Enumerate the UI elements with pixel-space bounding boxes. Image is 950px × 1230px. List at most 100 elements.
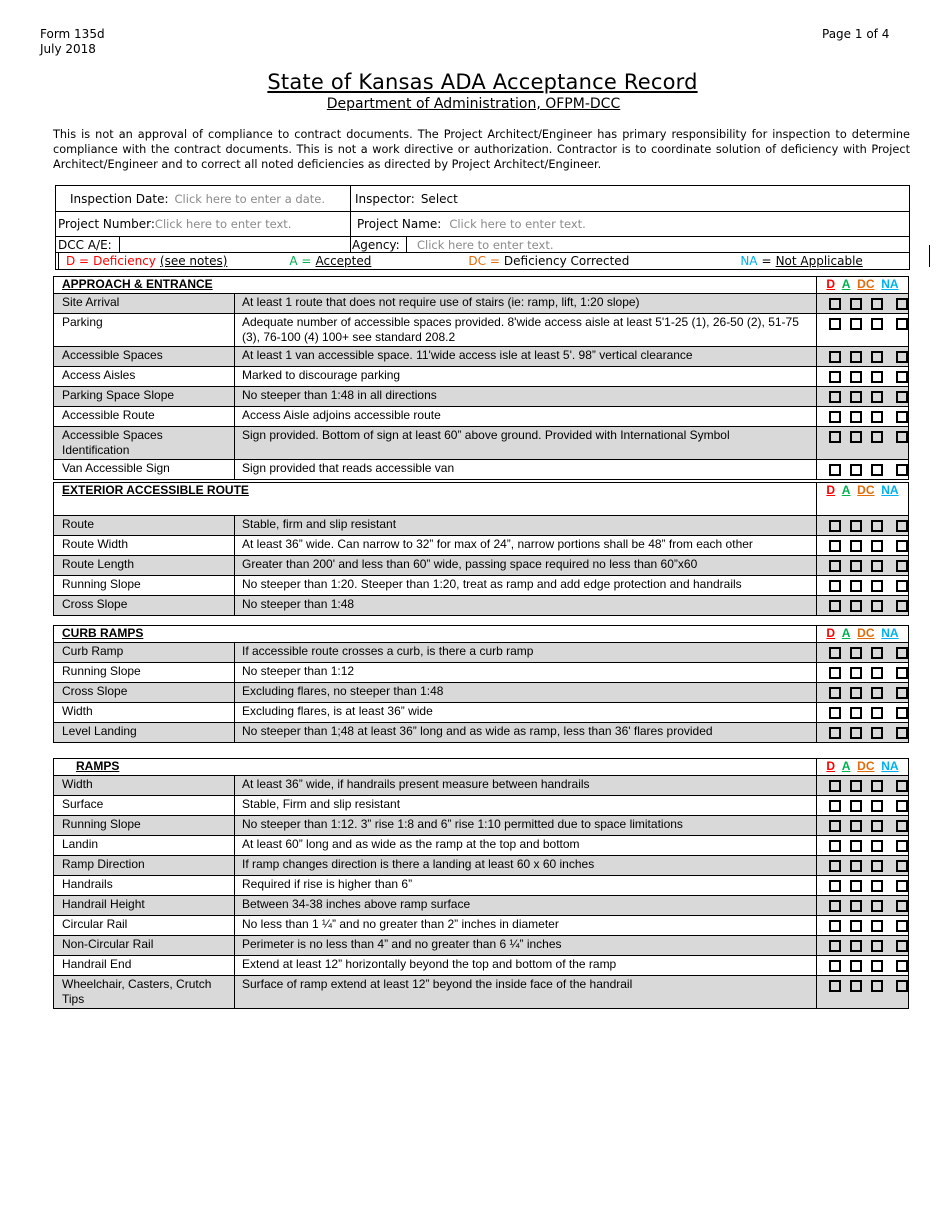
- checkbox-dc[interactable]: [871, 820, 883, 832]
- checkbox-dc[interactable]: [871, 411, 883, 423]
- checkbox-dc[interactable]: [871, 687, 883, 699]
- checkbox-a[interactable]: [850, 371, 862, 383]
- agency-field[interactable]: Click here to enter text.: [407, 237, 554, 252]
- checkbox-d[interactable]: [829, 520, 841, 532]
- checkbox-na[interactable]: [896, 860, 908, 872]
- checkbox-na[interactable]: [896, 351, 908, 363]
- checkbox-a[interactable]: [850, 667, 862, 679]
- checkbox-na[interactable]: [896, 920, 908, 932]
- checkbox-dc[interactable]: [871, 920, 883, 932]
- checkbox-na[interactable]: [896, 540, 908, 552]
- checkbox-d[interactable]: [829, 667, 841, 679]
- checkbox-a[interactable]: [850, 540, 862, 552]
- checkbox-na[interactable]: [896, 391, 908, 403]
- checkbox-d[interactable]: [829, 560, 841, 572]
- checkbox-na[interactable]: [896, 880, 908, 892]
- checkbox-dc[interactable]: [871, 600, 883, 612]
- checkbox-d[interactable]: [829, 860, 841, 872]
- checkbox-dc[interactable]: [871, 520, 883, 532]
- checkbox-a[interactable]: [850, 820, 862, 832]
- checkbox-a[interactable]: [850, 431, 862, 443]
- checkbox-na[interactable]: [896, 464, 908, 476]
- checkbox-na[interactable]: [896, 840, 908, 852]
- checkbox-dc[interactable]: [871, 647, 883, 659]
- checkbox-a[interactable]: [850, 900, 862, 912]
- checkbox-dc[interactable]: [871, 391, 883, 403]
- checkbox-dc[interactable]: [871, 560, 883, 572]
- checkbox-dc[interactable]: [871, 900, 883, 912]
- checkbox-na[interactable]: [896, 647, 908, 659]
- checkbox-d[interactable]: [829, 580, 841, 592]
- checkbox-d[interactable]: [829, 980, 841, 992]
- checkbox-dc[interactable]: [871, 707, 883, 719]
- checkbox-d[interactable]: [829, 727, 841, 739]
- checkbox-na[interactable]: [896, 371, 908, 383]
- dcc-ae-field[interactable]: [120, 237, 351, 252]
- checkbox-a[interactable]: [850, 520, 862, 532]
- checkbox-dc[interactable]: [871, 298, 883, 310]
- checkbox-d[interactable]: [829, 391, 841, 403]
- checkbox-d[interactable]: [829, 840, 841, 852]
- checkbox-dc[interactable]: [871, 780, 883, 792]
- checkbox-na[interactable]: [896, 298, 908, 310]
- checkbox-dc[interactable]: [871, 464, 883, 476]
- checkbox-a[interactable]: [850, 647, 862, 659]
- checkbox-d[interactable]: [829, 318, 841, 330]
- checkbox-a[interactable]: [850, 351, 862, 363]
- checkbox-d[interactable]: [829, 960, 841, 972]
- checkbox-na[interactable]: [896, 431, 908, 443]
- checkbox-dc[interactable]: [871, 351, 883, 363]
- checkbox-dc[interactable]: [871, 431, 883, 443]
- checkbox-a[interactable]: [850, 940, 862, 952]
- checkbox-a[interactable]: [850, 600, 862, 612]
- inspection-date-field[interactable]: Click here to enter a date.: [175, 192, 325, 206]
- checkbox-na[interactable]: [896, 687, 908, 699]
- checkbox-a[interactable]: [850, 780, 862, 792]
- checkbox-dc[interactable]: [871, 727, 883, 739]
- checkbox-d[interactable]: [829, 900, 841, 912]
- checkbox-na[interactable]: [896, 780, 908, 792]
- checkbox-a[interactable]: [850, 560, 862, 572]
- checkbox-a[interactable]: [850, 687, 862, 699]
- checkbox-d[interactable]: [829, 820, 841, 832]
- checkbox-a[interactable]: [850, 880, 862, 892]
- checkbox-dc[interactable]: [871, 940, 883, 952]
- checkbox-d[interactable]: [829, 940, 841, 952]
- checkbox-dc[interactable]: [871, 840, 883, 852]
- checkbox-a[interactable]: [850, 318, 862, 330]
- checkbox-a[interactable]: [850, 411, 862, 423]
- checkbox-d[interactable]: [829, 600, 841, 612]
- checkbox-na[interactable]: [896, 667, 908, 679]
- checkbox-a[interactable]: [850, 580, 862, 592]
- checkbox-d[interactable]: [829, 647, 841, 659]
- checkbox-d[interactable]: [829, 707, 841, 719]
- checkbox-na[interactable]: [896, 940, 908, 952]
- checkbox-na[interactable]: [896, 600, 908, 612]
- project-name-field[interactable]: Click here to enter text.: [449, 217, 586, 231]
- checkbox-na[interactable]: [896, 520, 908, 532]
- checkbox-dc[interactable]: [871, 800, 883, 812]
- checkbox-d[interactable]: [829, 540, 841, 552]
- checkbox-d[interactable]: [829, 800, 841, 812]
- checkbox-d[interactable]: [829, 880, 841, 892]
- checkbox-na[interactable]: [896, 560, 908, 572]
- checkbox-na[interactable]: [896, 318, 908, 330]
- checkbox-a[interactable]: [850, 860, 862, 872]
- inspector-select[interactable]: Select: [421, 192, 458, 206]
- checkbox-a[interactable]: [850, 960, 862, 972]
- checkbox-na[interactable]: [896, 900, 908, 912]
- checkbox-a[interactable]: [850, 920, 862, 932]
- checkbox-d[interactable]: [829, 687, 841, 699]
- project-number-field[interactable]: Click here to enter text.: [155, 217, 292, 231]
- checkbox-a[interactable]: [850, 707, 862, 719]
- checkbox-dc[interactable]: [871, 540, 883, 552]
- checkbox-dc[interactable]: [871, 580, 883, 592]
- checkbox-a[interactable]: [850, 840, 862, 852]
- checkbox-d[interactable]: [829, 431, 841, 443]
- checkbox-dc[interactable]: [871, 371, 883, 383]
- checkbox-dc[interactable]: [871, 667, 883, 679]
- checkbox-d[interactable]: [829, 411, 841, 423]
- checkbox-na[interactable]: [896, 727, 908, 739]
- checkbox-a[interactable]: [850, 800, 862, 812]
- checkbox-d[interactable]: [829, 351, 841, 363]
